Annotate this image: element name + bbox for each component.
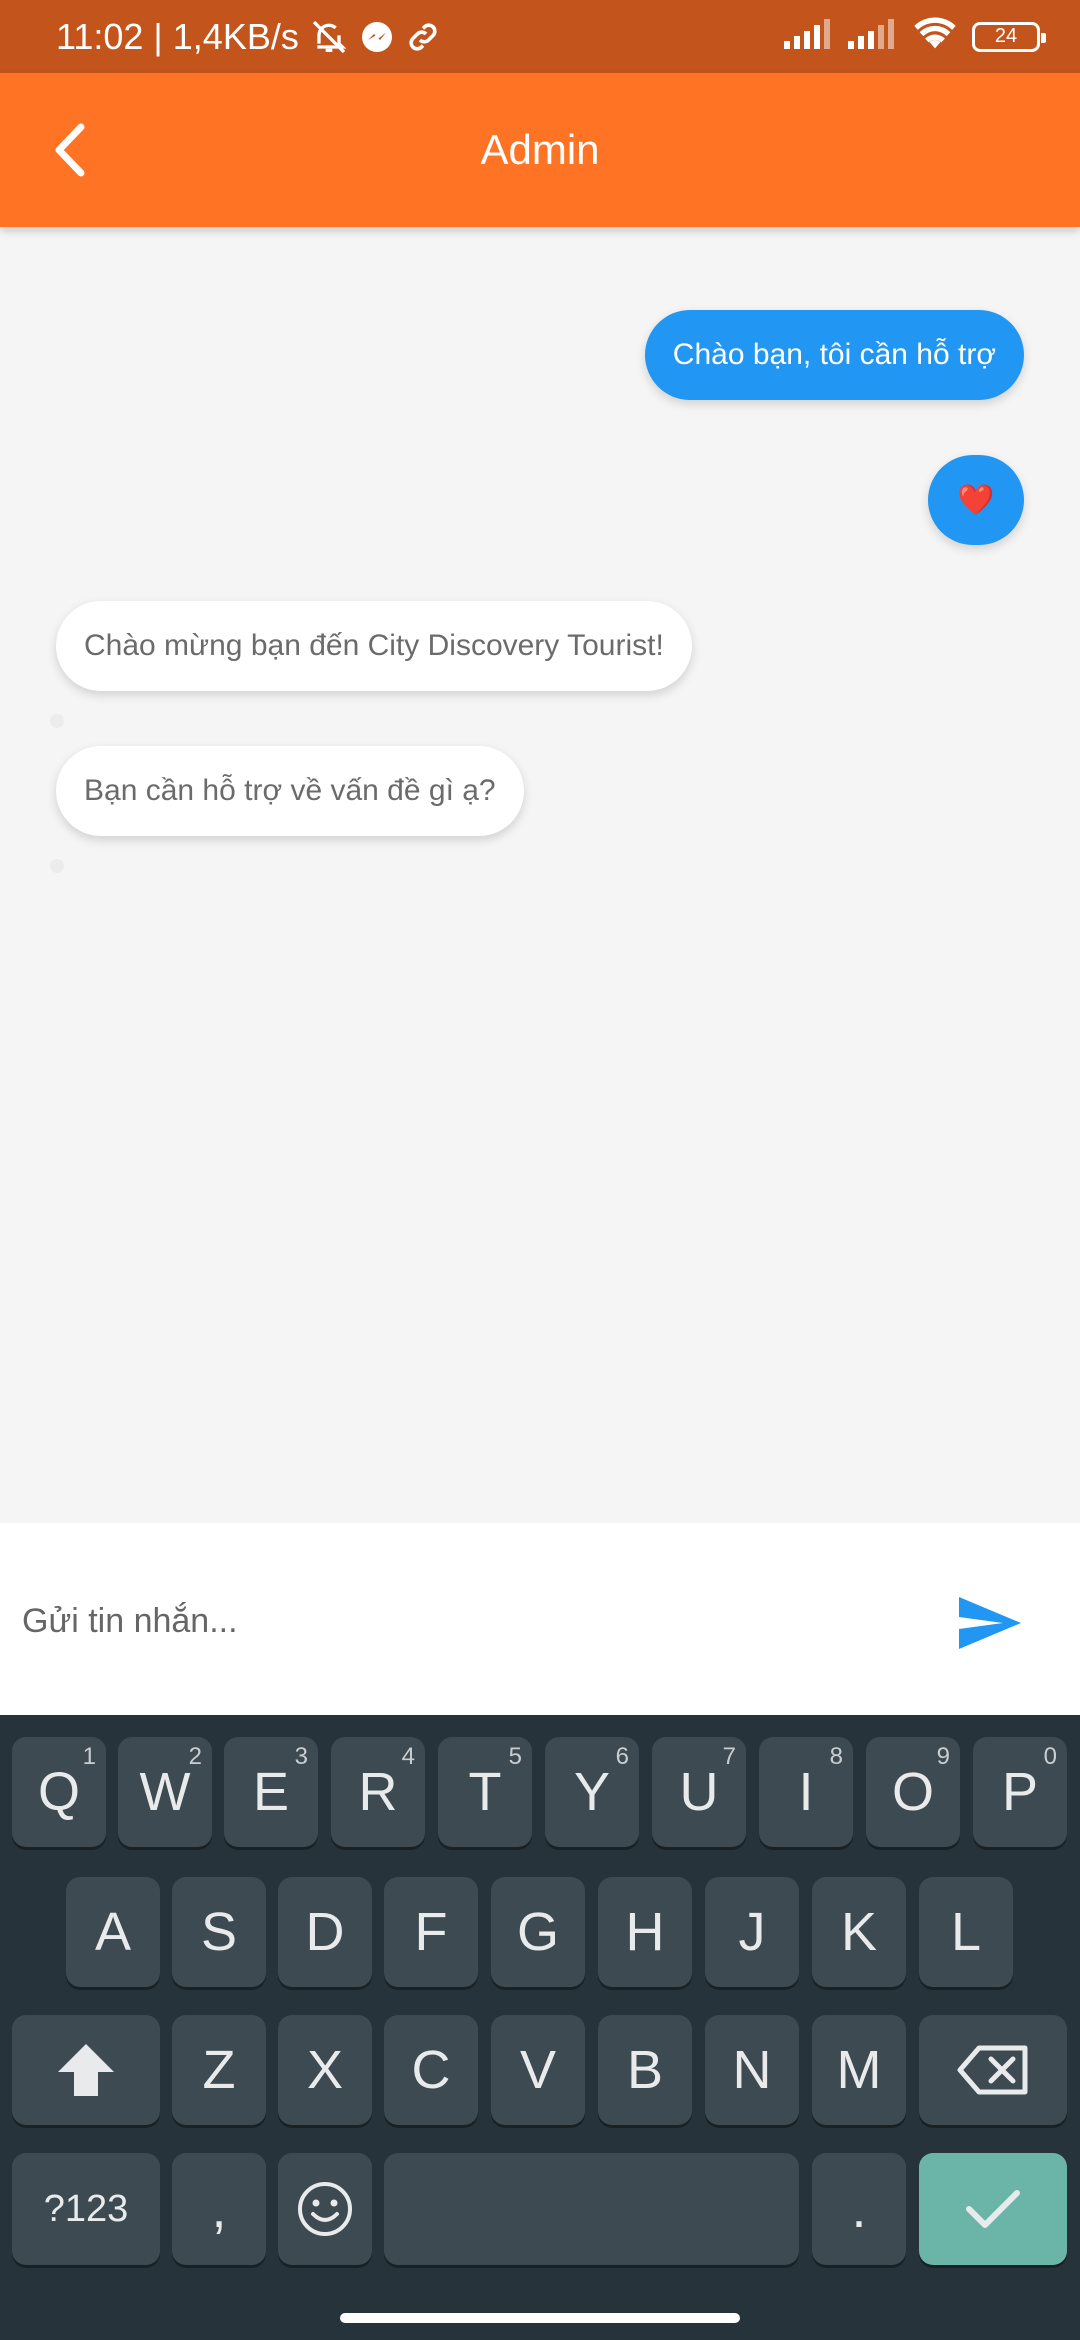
key-label: E [252, 1762, 290, 1822]
space-key[interactable] [384, 2153, 799, 2265]
shift-icon [58, 2044, 114, 2096]
key-label: Y [573, 1762, 611, 1822]
key-l[interactable]: L [919, 1877, 1013, 1987]
signal-icon-2 [848, 19, 898, 54]
key-hint: 5 [508, 1743, 522, 1770]
status-net-speed: 1,4KB/s [172, 15, 299, 57]
keyboard: Q1 W2 E3 R4 T5 Y6 U7 I8 O9 P0 A S D F G … [0, 1715, 1080, 2340]
key-x[interactable]: X [278, 2015, 372, 2125]
send-button[interactable] [950, 1583, 1030, 1663]
status-left: 11:02 | 1,4KB/s [56, 0, 441, 73]
key-a[interactable]: A [66, 1877, 160, 1987]
message-bubble-received[interactable]: Bạn cần hỗ trợ về vấn đề gì ạ? [56, 746, 524, 836]
signal-icon [784, 19, 834, 54]
key-t[interactable]: T5 [438, 1737, 532, 1847]
key-hint: 4 [401, 1743, 415, 1770]
key-hint: 0 [1043, 1743, 1057, 1770]
key-label: I [798, 1762, 814, 1822]
status-separator: | [153, 15, 163, 57]
message-status-dot [50, 859, 64, 873]
key-h[interactable]: H [598, 1877, 692, 1987]
key-b[interactable]: B [598, 2015, 692, 2125]
key-u[interactable]: U7 [652, 1737, 746, 1847]
key-hint: 6 [615, 1743, 629, 1770]
key-s[interactable]: S [172, 1877, 266, 1987]
key-hint: 8 [829, 1743, 843, 1770]
key-o[interactable]: O9 [866, 1737, 960, 1847]
message-bubble-received[interactable]: Chào mừng bạn đến City Discovery Tourist… [56, 601, 692, 691]
key-hint: 3 [294, 1743, 308, 1770]
key-q[interactable]: Q1 [12, 1737, 106, 1847]
key-label: Q [37, 1762, 80, 1822]
key-f[interactable]: F [384, 1877, 478, 1987]
key-c[interactable]: C [384, 2015, 478, 2125]
app-bar: Admin [0, 73, 1080, 227]
check-icon [966, 2190, 1020, 2228]
message-bubble-sent-heart[interactable]: ❤️ [928, 455, 1024, 545]
key-r[interactable]: R4 [331, 1737, 425, 1847]
key-label: P [1001, 1762, 1039, 1822]
send-icon [959, 1597, 1021, 1649]
status-bar: 11:02 | 1,4KB/s 24 [0, 0, 1080, 73]
battery-level: 24 [994, 25, 1018, 47]
emoji-key[interactable] [278, 2153, 372, 2265]
key-w[interactable]: W2 [118, 1737, 212, 1847]
key-p[interactable]: P0 [973, 1737, 1067, 1847]
status-right: 24 [784, 0, 1046, 73]
key-label: U [679, 1762, 719, 1822]
messenger-icon [359, 19, 395, 55]
shift-key[interactable] [12, 2015, 160, 2125]
status-time: 11:02 [56, 15, 144, 57]
wifi-icon [912, 16, 958, 57]
back-button[interactable] [30, 111, 108, 189]
key-label: O [891, 1762, 934, 1822]
key-d[interactable]: D [278, 1877, 372, 1987]
message-input-bar [0, 1523, 1080, 1715]
key-hint: 1 [82, 1743, 96, 1770]
key-n[interactable]: N [705, 2015, 799, 2125]
comma-key[interactable]: , [172, 2153, 266, 2265]
page-title: Admin [480, 126, 600, 173]
key-i[interactable]: I8 [759, 1737, 853, 1847]
key-label: T [468, 1762, 502, 1822]
key-y[interactable]: Y6 [545, 1737, 639, 1847]
key-g[interactable]: G [491, 1877, 585, 1987]
key-m[interactable]: M [812, 2015, 906, 2125]
symbols-key[interactable]: ?123 [12, 2153, 160, 2265]
backspace-key[interactable] [919, 2015, 1067, 2125]
key-label: R [358, 1762, 398, 1822]
message-input[interactable] [22, 1581, 922, 1661]
key-j[interactable]: J [705, 1877, 799, 1987]
link-icon [405, 19, 441, 55]
back-arrow-icon [55, 123, 85, 177]
key-hint: 9 [936, 1743, 950, 1770]
home-indicator[interactable] [340, 2313, 740, 2323]
period-key[interactable]: . [812, 2153, 906, 2265]
key-k[interactable]: K [812, 1877, 906, 1987]
battery-icon: 24 [972, 21, 1046, 52]
key-e[interactable]: E3 [224, 1737, 318, 1847]
key-z[interactable]: Z [172, 2015, 266, 2125]
emoji-icon [298, 2182, 352, 2236]
mute-icon [309, 17, 349, 57]
message-bubble-sent[interactable]: Chào bạn, tôi cần hỗ trợ [644, 310, 1024, 400]
key-label: W [139, 1762, 191, 1822]
chat-area: Chào bạn, tôi cần hỗ trợ ❤️ Chào mừng bạ… [0, 227, 1080, 1523]
key-hint: 7 [722, 1743, 736, 1770]
key-v[interactable]: V [491, 2015, 585, 2125]
key-hint: 2 [188, 1743, 202, 1770]
backspace-icon [957, 2045, 1028, 2095]
enter-key[interactable] [919, 2153, 1067, 2265]
message-status-dot [50, 714, 64, 728]
